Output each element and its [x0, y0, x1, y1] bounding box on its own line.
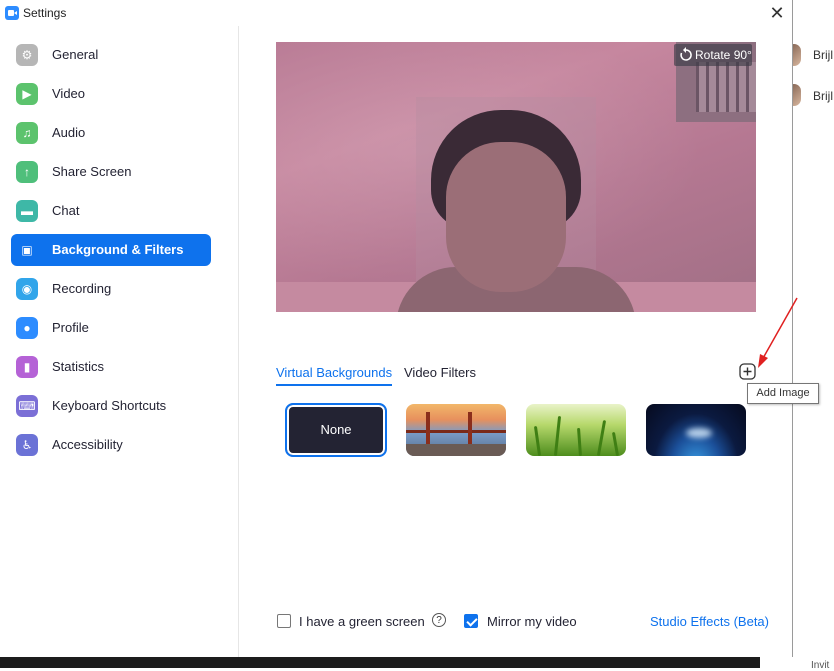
- sidebar-item-label: Audio: [52, 125, 86, 140]
- add-image-tooltip: Add Image: [747, 383, 819, 404]
- sidebar-item-background-filters[interactable]: ▣ Background & Filters: [11, 234, 211, 266]
- mirror-video-checkbox[interactable]: [464, 614, 478, 628]
- sidebar-item-label: Keyboard Shortcuts: [52, 398, 167, 413]
- zoom-app-icon: [5, 6, 19, 20]
- headphones-icon: ♫: [16, 122, 38, 144]
- preview-window-bars: [696, 62, 756, 112]
- rotate-90-button[interactable]: Rotate 90°: [674, 44, 752, 66]
- sidebar-item-audio[interactable]: ♫ Audio: [11, 117, 211, 149]
- chat-icon-glyph: ▬: [21, 204, 33, 218]
- studio-effects-link[interactable]: Studio Effects (Beta): [650, 614, 769, 629]
- share-screen-icon: ↑: [16, 161, 38, 183]
- background-icon-glyph: ▣: [21, 243, 33, 257]
- settings-sidebar: ⚙ General ▶ Video ♫ Audio ↑ Share Screen ▬ Chat ▣ B…: [0, 26, 239, 657]
- bridge-tower: [426, 412, 430, 444]
- grass-blade: [611, 431, 620, 456]
- participant-name: Brijl: [813, 89, 833, 103]
- statistics-icon-glyph: ▮: [23, 360, 31, 374]
- share-screen-icon-glyph: ↑: [24, 165, 30, 179]
- sidebar-item-keyboard-shortcuts[interactable]: ⌨ Keyboard Shortcuts: [11, 390, 211, 422]
- statistics-icon: ▮: [16, 356, 38, 378]
- sidebar-item-label: Background & Filters: [52, 242, 184, 257]
- profile-icon: ●: [16, 317, 38, 339]
- title-bar: Settings ✕: [0, 0, 792, 26]
- mirror-video-label: Mirror my video: [487, 614, 577, 629]
- background-grass[interactable]: [526, 404, 626, 456]
- chat-icon: ▬: [16, 200, 38, 222]
- accessibility-icon-glyph: ♿: [21, 438, 33, 452]
- sidebar-item-label: Accessibility: [52, 437, 123, 452]
- background-app-toolbar: [0, 657, 760, 668]
- rotate-label: Rotate 90°: [695, 48, 752, 62]
- invite-button[interactable]: Invit: [811, 660, 829, 671]
- settings-window: Settings ✕ ⚙ General ▶ Video ♫ Audio ↑ Share Sc…: [0, 0, 793, 657]
- grass-blade: [596, 420, 607, 456]
- grass-blade: [577, 427, 582, 456]
- sidebar-item-label: Chat: [52, 203, 80, 218]
- participant-name: Brijl: [813, 48, 833, 62]
- keyboard-icon: ⌨: [16, 395, 38, 417]
- headphones-icon-glyph: ♫: [22, 126, 32, 140]
- keyboard-icon-glyph: ⌨: [18, 399, 36, 413]
- accessibility-icon: ♿: [16, 434, 38, 456]
- close-button[interactable]: ✕: [766, 2, 788, 24]
- preview-person-face: [446, 142, 566, 292]
- gear-icon: ⚙: [16, 44, 38, 66]
- sidebar-item-recording[interactable]: ◉ Recording: [11, 273, 211, 305]
- sidebar-item-share-screen[interactable]: ↑ Share Screen: [11, 156, 211, 188]
- sidebar-item-label: Share Screen: [52, 164, 132, 179]
- sidebar-item-label: Recording: [52, 281, 112, 296]
- green-screen-checkbox[interactable]: [277, 614, 291, 628]
- recording-icon-glyph: ◉: [21, 282, 33, 296]
- tab-video-filters[interactable]: Video Filters: [404, 365, 476, 380]
- window-title: Settings: [23, 6, 67, 20]
- sidebar-item-general[interactable]: ⚙ General: [11, 39, 211, 71]
- video-camera-icon: ▶: [16, 83, 38, 105]
- bridge-deck: [406, 430, 506, 433]
- profile-icon-glyph: ●: [23, 321, 31, 335]
- sidebar-item-profile[interactable]: ● Profile: [11, 312, 211, 344]
- bridge-land: [406, 444, 506, 456]
- sidebar-item-chat[interactable]: ▬ Chat: [11, 195, 211, 227]
- video-camera-icon-glyph: ▶: [22, 87, 32, 101]
- help-icon[interactable]: ?: [432, 613, 446, 627]
- grass-blade: [533, 425, 542, 456]
- background-earth-space[interactable]: [646, 404, 746, 456]
- sidebar-item-statistics[interactable]: ▮ Statistics: [11, 351, 211, 383]
- rotate-icon: [680, 47, 692, 61]
- sidebar-item-label: Video: [52, 86, 86, 101]
- sidebar-item-label: Profile: [52, 320, 89, 335]
- add-image-button[interactable]: [739, 363, 756, 380]
- background-none[interactable]: None: [285, 403, 387, 457]
- sidebar-item-label: Statistics: [52, 359, 105, 374]
- recording-icon: ◉: [16, 278, 38, 300]
- green-screen-label: I have a green screen: [299, 614, 425, 629]
- sidebar-item-label: General: [52, 47, 99, 62]
- tab-virtual-backgrounds[interactable]: Virtual Backgrounds: [276, 365, 393, 386]
- background-golden-gate[interactable]: [406, 404, 506, 456]
- gear-icon-glyph: ⚙: [21, 48, 33, 62]
- background-icon: ▣: [16, 239, 38, 261]
- earth-glow: [686, 428, 712, 438]
- video-preview: Rotate 90°: [276, 42, 756, 312]
- grass-blade: [553, 415, 562, 456]
- bridge-tower: [468, 412, 472, 444]
- sidebar-item-video[interactable]: ▶ Video: [11, 78, 211, 110]
- sidebar-item-accessibility[interactable]: ♿ Accessibility: [11, 429, 211, 461]
